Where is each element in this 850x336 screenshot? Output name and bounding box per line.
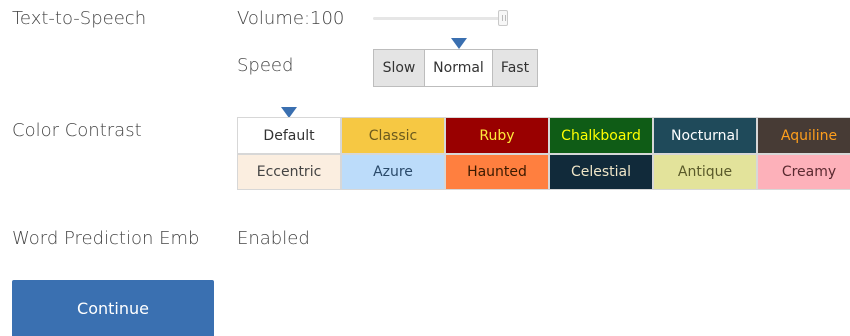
word-prediction-value: Enabled xyxy=(237,228,310,249)
speed-fast-button[interactable]: Fast xyxy=(492,49,538,87)
volume-label: Volume:100 xyxy=(237,8,345,29)
volume-slider[interactable] xyxy=(373,10,508,26)
contrast-option-chalkboard[interactable]: Chalkboard xyxy=(549,117,653,154)
contrast-option-eccentric[interactable]: Eccentric xyxy=(237,154,341,190)
contrast-label: Color Contrast xyxy=(12,120,142,141)
word-prediction-label: Word Prediction Emb xyxy=(12,228,200,249)
speed-normal-button[interactable]: Normal xyxy=(424,49,493,87)
tts-label: Text-to-Speech xyxy=(12,8,147,29)
contrast-options: Default Classic Ruby Chalkboard Nocturna… xyxy=(237,117,850,190)
contrast-option-haunted[interactable]: Haunted xyxy=(445,154,549,190)
contrast-option-creamy[interactable]: Creamy xyxy=(757,154,850,190)
contrast-option-aquiline[interactable]: Aquiline xyxy=(757,117,850,154)
contrast-option-classic[interactable]: Classic xyxy=(341,117,445,154)
settings-panel: Text-to-Speech Volume:100 Speed Slow Nor… xyxy=(0,0,850,336)
contrast-option-default[interactable]: Default xyxy=(237,117,341,154)
speed-button-group: Slow Normal Fast xyxy=(373,49,538,87)
contrast-option-celestial[interactable]: Celestial xyxy=(549,154,653,190)
speed-slow-button[interactable]: Slow xyxy=(373,49,425,87)
speed-selected-marker-icon xyxy=(450,38,467,49)
speed-label: Speed xyxy=(237,55,294,76)
continue-button[interactable]: Continue xyxy=(12,280,214,336)
volume-slider-handle[interactable] xyxy=(498,10,508,26)
contrast-option-nocturnal[interactable]: Nocturnal xyxy=(653,117,757,154)
contrast-option-antique[interactable]: Antique xyxy=(653,154,757,190)
contrast-option-azure[interactable]: Azure xyxy=(341,154,445,190)
contrast-option-ruby[interactable]: Ruby xyxy=(445,117,549,154)
